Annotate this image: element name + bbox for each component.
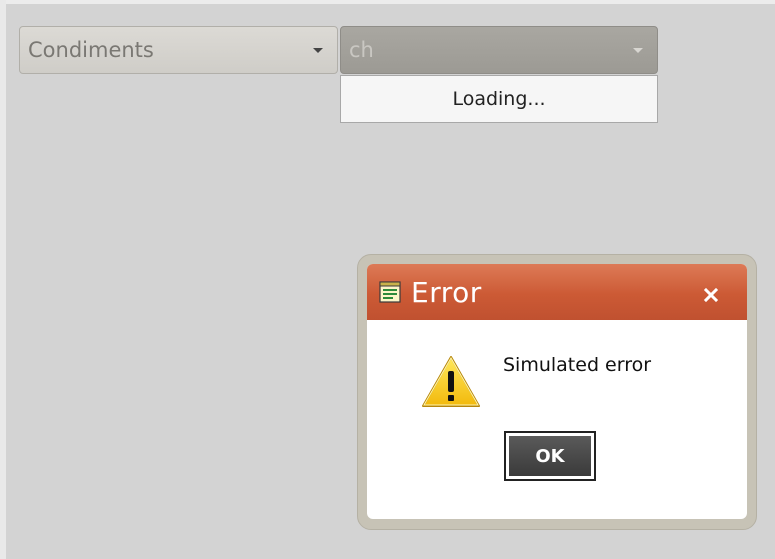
error-dialog: Error Simulated error OK: [367, 264, 747, 519]
ok-button-label: OK: [535, 445, 565, 467]
close-icon[interactable]: [703, 287, 719, 303]
app-stage: Condiments ch Loading... Error Simulated…: [0, 0, 775, 559]
dialog-title: Error: [411, 275, 482, 309]
warning-icon: [422, 356, 480, 407]
category-combobox[interactable]: Condiments: [19, 26, 338, 74]
left-border: [0, 0, 6, 559]
window-icon: [379, 281, 401, 303]
loading-indicator-text: Loading...: [452, 88, 546, 110]
chevron-down-icon[interactable]: [313, 47, 323, 53]
top-border: [0, 0, 775, 4]
product-combobox[interactable]: ch: [340, 26, 658, 74]
ok-button-face[interactable]: OK: [509, 436, 591, 476]
error-message: Simulated error: [503, 354, 652, 376]
dialog-title-bar[interactable]: Error: [367, 264, 747, 320]
ok-button[interactable]: OK: [504, 431, 596, 481]
dialog-body: Simulated error OK: [367, 320, 747, 519]
category-combobox-value: Condiments: [28, 38, 154, 62]
product-dropdown-list: Loading...: [340, 75, 658, 123]
chevron-down-icon[interactable]: [633, 47, 643, 53]
product-combobox-input[interactable]: ch: [341, 38, 633, 62]
